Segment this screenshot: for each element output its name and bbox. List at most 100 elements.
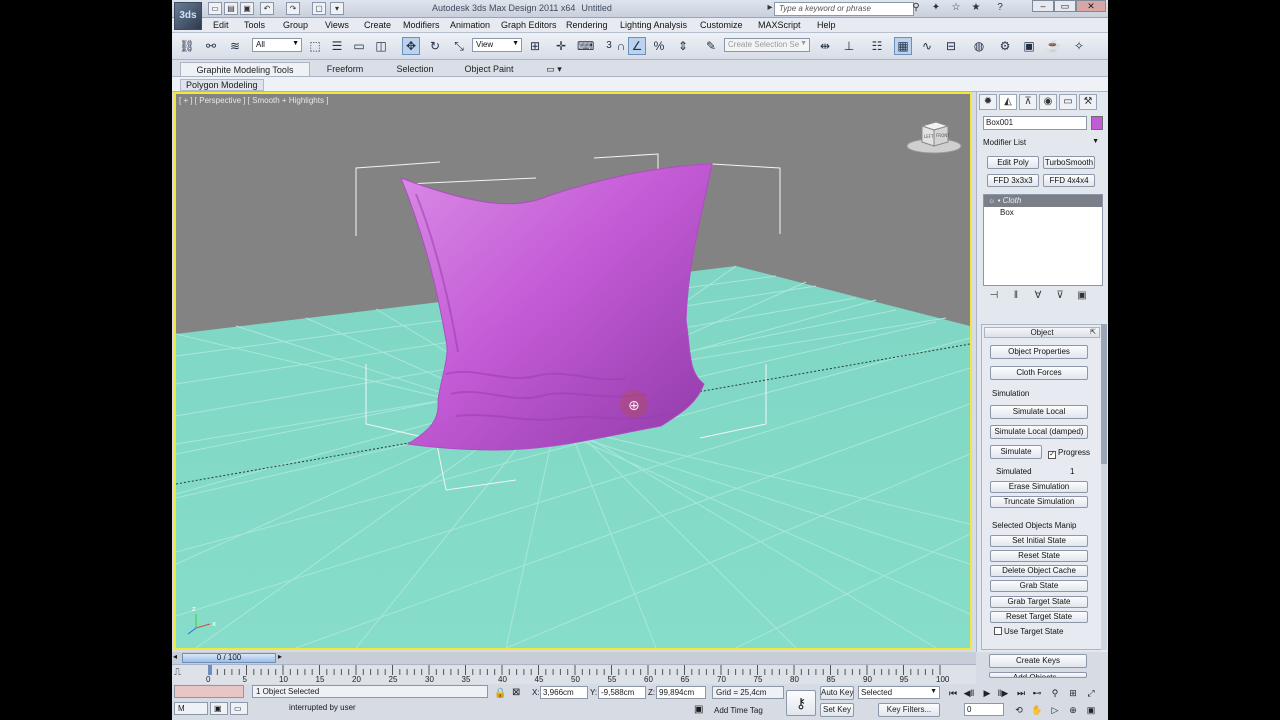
percent-snap-icon[interactable]: %	[650, 37, 668, 55]
menu-graph-editors[interactable]: Graph Editors	[501, 20, 557, 30]
key-mode-icon[interactable]: ⚷	[786, 690, 816, 716]
select-and-move-icon[interactable]: ✥	[402, 37, 420, 55]
modifier-stack[interactable]: ☼ ▪ Cloth Box	[983, 194, 1103, 286]
walk-through-icon[interactable]: ⊕	[1066, 704, 1080, 717]
progress-checkbox[interactable]: ✓ Progress	[1048, 448, 1090, 459]
tab-graphite-modeling-tools[interactable]: Graphite Modeling Tools	[180, 62, 310, 76]
favorites-icon[interactable]: ★	[968, 1, 984, 16]
turbosmooth-button[interactable]: TurboSmooth	[1043, 156, 1095, 169]
field-of-view-icon[interactable]: ▷	[1048, 704, 1062, 717]
tab-selection[interactable]: Selection	[382, 62, 448, 76]
new-file-icon[interactable]: ▭	[208, 2, 222, 15]
zoom-all-icon[interactable]: ⊞	[1066, 687, 1080, 700]
time-prev-icon[interactable]: ◂	[173, 652, 177, 661]
collapse-icon[interactable]: ⇱	[1090, 328, 1096, 337]
track-bar[interactable]: ⎍ 0 5 10 15 20 25 30 35 40 45 50 55 60 65 70 75 80 85 90 95…	[172, 664, 976, 684]
tab-object-paint[interactable]: Object Paint	[456, 62, 522, 76]
absolute-mode-icon[interactable]: ⊠	[512, 687, 520, 698]
schematic-view-icon[interactable]: ⊟	[942, 37, 960, 55]
add-time-tag[interactable]: Add Time Tag	[714, 706, 763, 715]
render-production-icon[interactable]: ☕	[1044, 37, 1062, 55]
make-unique-icon[interactable]: ∀	[1027, 290, 1049, 301]
app-logo[interactable]: 3ds	[174, 2, 202, 30]
remove-modifier-icon[interactable]: ⊽	[1049, 290, 1071, 301]
next-frame-icon[interactable]: ‖▶	[996, 687, 1010, 700]
edit-named-selection-icon[interactable]: ✎	[702, 37, 720, 55]
reference-coordinate-select[interactable]: View ▼	[472, 38, 522, 52]
redo-icon[interactable]: ↷	[286, 2, 300, 15]
modifier-list-dropdown[interactable]: Modifier List ▼	[983, 136, 1101, 150]
undo-icon[interactable]: ↶	[260, 2, 274, 15]
time-next-icon[interactable]: ▸	[278, 652, 282, 661]
stack-item-cloth[interactable]: ☼ ▪ Cloth	[984, 195, 1102, 207]
simulate-local-damped-button[interactable]: Simulate Local (damped)	[990, 425, 1088, 439]
key-filter-select[interactable]: Selected ▼	[858, 686, 940, 699]
reset-state-button[interactable]: Reset State	[990, 550, 1088, 562]
close-button[interactable]: ✕	[1076, 0, 1106, 12]
maxscript-listener[interactable]	[174, 685, 244, 698]
project-folder-icon[interactable]: ▢	[312, 2, 326, 15]
tab-freeform[interactable]: Freeform	[312, 62, 378, 76]
show-end-result-icon[interactable]: ‖	[1005, 290, 1027, 301]
y-coordinate-field[interactable]: -9,588cm	[598, 686, 646, 699]
minimize-panel-icon[interactable]: ▭	[230, 702, 248, 715]
menu-lighting-analysis[interactable]: Lighting Analysis	[620, 20, 687, 30]
select-and-rotate-icon[interactable]: ↻	[426, 37, 444, 55]
simulate-local-button[interactable]: Simulate Local	[990, 405, 1088, 419]
graphite-ribbon-icon[interactable]: ▦	[894, 37, 912, 55]
go-to-start-icon[interactable]: ⏮	[946, 687, 960, 700]
checkbox-icon[interactable]	[994, 627, 1002, 635]
menu-customize[interactable]: Customize	[700, 20, 743, 30]
select-and-scale-icon[interactable]: ⤡	[450, 37, 468, 55]
menu-group[interactable]: Group	[283, 20, 308, 30]
ribbon-options-icon[interactable]: ▭ ▾	[542, 62, 566, 76]
edit-poly-button[interactable]: Edit Poly	[987, 156, 1039, 169]
bind-space-warp-icon[interactable]: ≋	[226, 37, 244, 55]
time-slider[interactable]: 0 / 100	[182, 653, 276, 663]
object-rollout-title[interactable]: Object ⇱	[984, 327, 1100, 338]
ffd-3x3x3-button[interactable]: FFD 3x3x3	[987, 174, 1039, 187]
simulate-button[interactable]: Simulate	[990, 445, 1042, 459]
rendered-frame-window-icon[interactable]: ▣	[1020, 37, 1038, 55]
play-icon[interactable]: ▶	[980, 687, 994, 700]
key-filters-button[interactable]: Key Filters...	[878, 703, 940, 717]
select-object-icon[interactable]: ⬚	[306, 37, 324, 55]
previous-frame-icon[interactable]: ◀‖	[962, 687, 976, 700]
command-panel-scrollbar[interactable]	[1101, 324, 1107, 650]
motion-tab-icon[interactable]: ◉	[1039, 94, 1057, 110]
material-editor-icon[interactable]: ◍	[970, 37, 988, 55]
render-iterative-icon[interactable]: ✧	[1070, 37, 1088, 55]
modify-tab-icon[interactable]: ◭	[999, 94, 1017, 110]
angle-snap-icon[interactable]: ∠	[628, 37, 646, 55]
layer-manager-icon[interactable]: ☷	[868, 37, 886, 55]
lock-icon[interactable]: 🔒	[494, 688, 506, 699]
rectangular-selection-icon[interactable]: ▭	[350, 37, 368, 55]
go-to-end-icon[interactable]: ⏭	[1014, 687, 1028, 700]
binoculars-icon[interactable]: ⚲	[908, 1, 924, 16]
help-icon[interactable]: ?	[992, 1, 1008, 16]
open-file-icon[interactable]: ▤	[224, 2, 238, 15]
ffd-4x4x4-button[interactable]: FFD 4x4x4	[1043, 174, 1095, 187]
key-mode-toggle-icon[interactable]: ⊷	[1030, 687, 1044, 700]
scrollbar-thumb[interactable]	[1101, 324, 1107, 464]
render-setup-icon[interactable]: ⚙	[996, 37, 1014, 55]
truncate-simulation-button[interactable]: Truncate Simulation	[990, 496, 1088, 508]
perspective-viewport[interactable]: ⊕ z x [ + ] [ Perspective ] [ Smooth + H…	[174, 92, 972, 650]
cloth-forces-button[interactable]: Cloth Forces	[990, 366, 1088, 380]
grab-state-button[interactable]: Grab State	[990, 580, 1088, 592]
save-icon[interactable]: ▣	[240, 2, 254, 15]
orbit-icon[interactable]: ⟲	[1012, 704, 1026, 717]
maxscript-mini-listener[interactable]: M	[174, 702, 208, 715]
create-tab-icon[interactable]: ✹	[979, 94, 997, 110]
scene-canvas[interactable]: ⊕ z x	[176, 94, 970, 648]
mirror-icon[interactable]: ⇹	[816, 37, 834, 55]
menu-maxscript[interactable]: MAXScript	[758, 20, 801, 30]
maximize-button[interactable]: ▭	[1054, 0, 1076, 12]
maximize-viewport-icon[interactable]: ▣	[1084, 704, 1098, 717]
object-name-input[interactable]: Box001	[983, 116, 1087, 130]
keyboard-shortcut-override-icon[interactable]: ⌨	[576, 37, 594, 55]
selection-filter-select[interactable]: All ▼	[252, 38, 302, 52]
object-color-swatch[interactable]	[1091, 116, 1103, 130]
zoom-extents-icon[interactable]: ⤢	[1084, 687, 1098, 700]
restore-icon[interactable]: ▣	[210, 702, 228, 715]
